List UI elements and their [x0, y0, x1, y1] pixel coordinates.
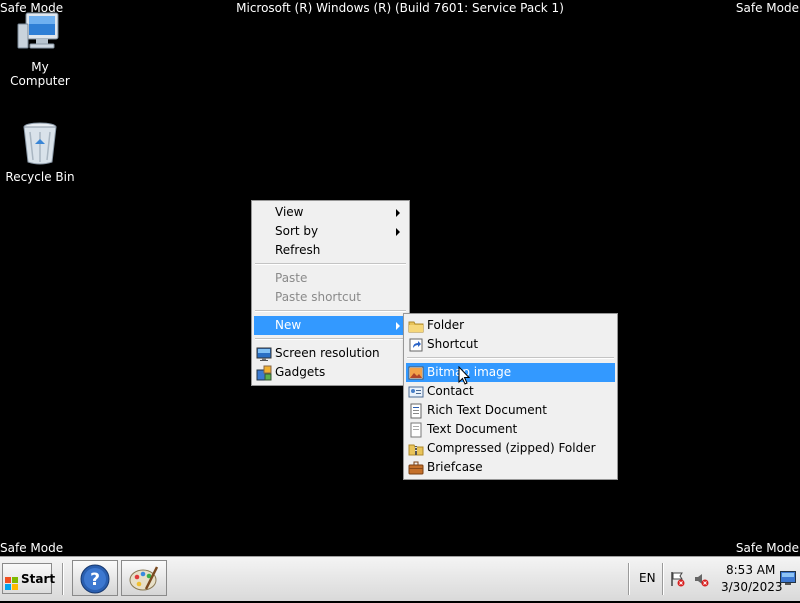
safe-mode-label-bottom-left: Safe Mode: [0, 541, 64, 555]
mouse-cursor-icon: [458, 365, 472, 386]
menu-item-label: Refresh: [275, 243, 321, 257]
taskbar-divider: [662, 563, 664, 595]
submenu-item-bitmap-image[interactable]: Bitmap image: [406, 363, 615, 382]
menu-item-gadgets[interactable]: Gadgets: [254, 363, 407, 382]
menu-item-label: Sort by: [275, 224, 319, 238]
menu-item-paste[interactable]: Paste: [254, 269, 407, 288]
submenu-item-text-document[interactable]: Text Document: [406, 420, 615, 439]
svg-text:?: ?: [90, 570, 100, 590]
menu-item-label: Screen resolution: [275, 346, 380, 360]
menu-item-label: Rich Text Document: [427, 403, 547, 417]
menu-item-refresh[interactable]: Refresh: [254, 241, 407, 260]
rtf-document-icon: [408, 403, 424, 419]
taskbar-divider: [628, 563, 630, 595]
folder-icon: [408, 318, 424, 334]
menu-item-new[interactable]: New: [254, 316, 407, 335]
recycle-bin-icon: [16, 120, 64, 166]
gadgets-icon: [256, 365, 272, 381]
help-icon: ?: [79, 563, 111, 598]
menu-separator: [407, 357, 614, 359]
briefcase-icon: [408, 460, 424, 476]
menu-item-label: Briefcase: [427, 460, 483, 474]
paint-palette-icon: [128, 563, 160, 598]
menu-separator: [255, 338, 406, 340]
menu-item-label: View: [275, 205, 304, 219]
new-submenu: Folder Shortcut Bitmap image Contact Ric…: [403, 313, 618, 480]
desktop-icon-my-computer[interactable]: My Computer: [0, 10, 80, 88]
desktop-icon-label: My Computer: [10, 60, 70, 88]
clock-date[interactable]: 3/30/2023: [721, 580, 783, 594]
menu-item-label: New: [275, 318, 302, 332]
menu-item-label: Folder: [427, 318, 465, 332]
submenu-arrow-icon: [396, 228, 400, 236]
submenu-item-contact[interactable]: Contact: [406, 382, 615, 401]
taskbar-divider: [62, 563, 64, 595]
language-indicator[interactable]: EN: [639, 571, 656, 585]
menu-item-screen-resolution[interactable]: Screen resolution: [254, 344, 407, 363]
menu-item-label: Shortcut: [427, 337, 479, 351]
menu-item-paste-shortcut[interactable]: Paste shortcut: [254, 288, 407, 307]
submenu-arrow-icon: [396, 209, 400, 217]
start-button-label: Start: [21, 572, 56, 586]
menu-item-label: Text Document: [427, 422, 518, 436]
screen-resolution-icon: [256, 346, 272, 362]
pinned-help-button[interactable]: ?: [72, 560, 118, 596]
menu-separator: [255, 263, 406, 265]
clock-time[interactable]: 8:53 AM: [726, 563, 775, 577]
menu-separator: [255, 310, 406, 312]
shortcut-icon: [408, 337, 424, 353]
computer-icon: [16, 10, 64, 56]
build-title: Microsoft (R) Windows (R) (Build 7601: S…: [236, 1, 564, 15]
submenu-arrow-icon: [396, 322, 400, 330]
submenu-item-briefcase[interactable]: Briefcase: [406, 458, 615, 477]
show-desktop-icon[interactable]: [780, 571, 796, 588]
safe-mode-label-top-right: Safe Mode: [735, 1, 799, 15]
bitmap-icon: [408, 365, 424, 381]
windows-logo-icon: [5, 572, 19, 590]
submenu-item-shortcut[interactable]: Shortcut: [406, 335, 615, 354]
contact-icon: [408, 384, 424, 400]
taskbar: Start ? EN 8:53 AM 3/30/2023: [0, 556, 800, 601]
menu-item-label: Paste shortcut: [275, 290, 361, 304]
desktop-context-menu: View Sort by Refresh Paste Paste shortcu…: [251, 200, 410, 386]
submenu-item-compressed-folder[interactable]: Compressed (zipped) Folder: [406, 439, 615, 458]
text-document-icon: [408, 422, 424, 438]
pinned-paint-button[interactable]: [121, 560, 167, 596]
menu-item-label: Gadgets: [275, 365, 326, 379]
zip-folder-icon: [408, 441, 424, 457]
desktop-icon-recycle-bin[interactable]: Recycle Bin: [0, 120, 80, 184]
submenu-item-folder[interactable]: Folder: [406, 316, 615, 335]
start-button[interactable]: Start: [2, 563, 56, 594]
safe-mode-label-bottom-right: Safe Mode: [735, 541, 799, 555]
menu-item-label: Compressed (zipped) Folder: [427, 441, 596, 455]
menu-item-sort-by[interactable]: Sort by: [254, 222, 407, 241]
action-center-flag-icon[interactable]: [669, 571, 685, 590]
menu-item-label: Paste: [275, 271, 308, 285]
submenu-item-rich-text-document[interactable]: Rich Text Document: [406, 401, 615, 420]
desktop-icon-label: Recycle Bin: [5, 170, 75, 184]
menu-item-view[interactable]: View: [254, 203, 407, 222]
volume-muted-icon[interactable]: [693, 571, 709, 590]
